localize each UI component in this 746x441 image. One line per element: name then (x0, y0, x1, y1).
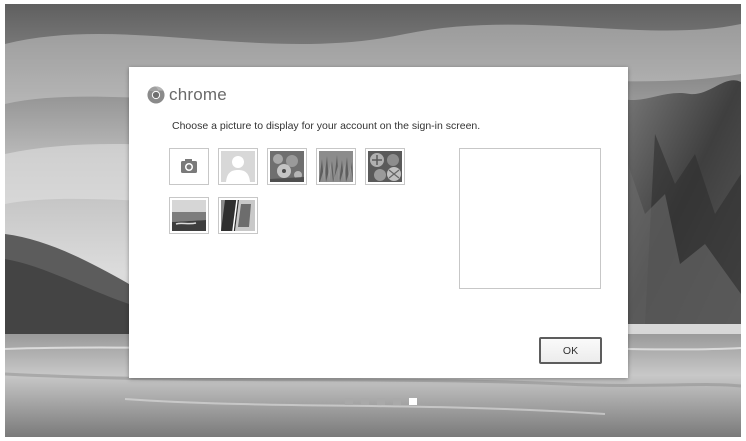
progress-dot (377, 398, 385, 405)
camera-icon (181, 159, 197, 173)
instruction-text: Choose a picture to display for your acc… (172, 120, 481, 132)
chrome-logo-icon (147, 86, 165, 104)
default-avatar[interactable] (218, 148, 258, 185)
account-picture-dialog: chrome Choose a picture to display for y… (129, 67, 628, 378)
progress-dot (361, 398, 369, 405)
mosaic-photo[interactable] (365, 148, 405, 185)
brand-name: chrome (169, 85, 227, 104)
beach-thumbnail (172, 200, 206, 231)
progress-dot (345, 398, 353, 405)
progress-dot (393, 398, 401, 405)
beach-photo[interactable] (169, 197, 209, 234)
mosaic-thumbnail (368, 151, 402, 182)
camera-option[interactable] (169, 148, 209, 185)
progress-dot-active (409, 398, 417, 405)
chrome-brand: chrome (147, 85, 227, 105)
person-silhouette-icon (221, 151, 255, 182)
picture-preview (459, 148, 601, 289)
screen-frame: chrome Choose a picture to display for y… (5, 4, 741, 437)
flowers-thumbnail (270, 151, 304, 182)
oobe-progress-dots (345, 398, 417, 405)
grass-thumbnail (319, 151, 353, 182)
grass-photo[interactable] (316, 148, 356, 185)
ok-button[interactable]: OK (539, 337, 602, 364)
window-photo[interactable] (218, 197, 258, 234)
flowers-photo[interactable] (267, 148, 307, 185)
window-thumbnail (221, 200, 255, 231)
